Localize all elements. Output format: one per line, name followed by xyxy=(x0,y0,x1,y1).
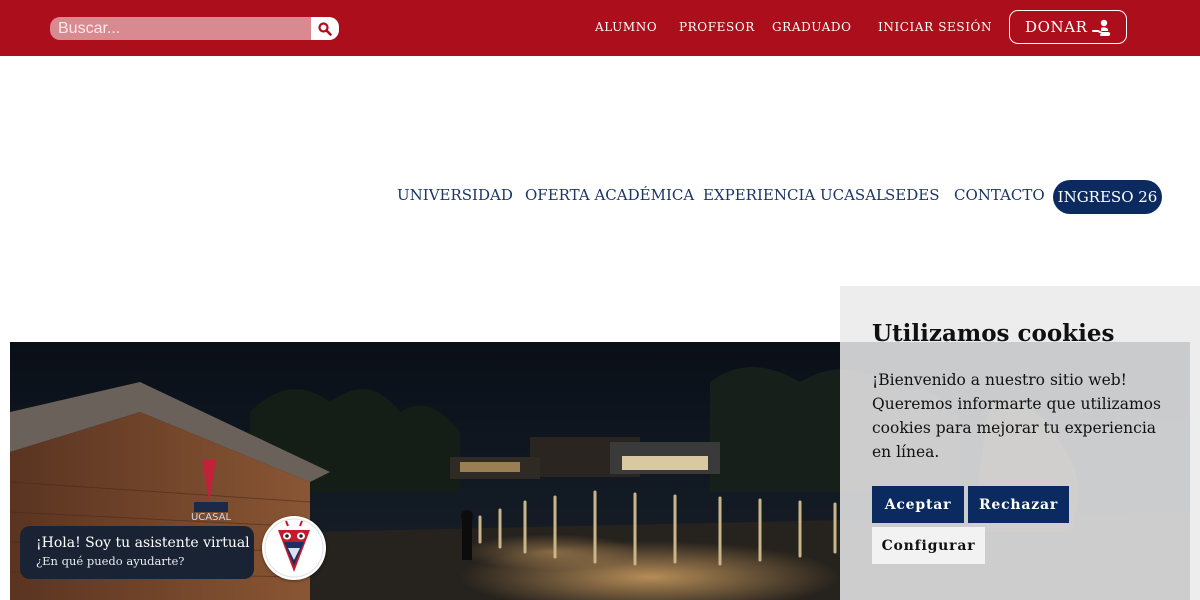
cookie-title: Utilizamos cookies xyxy=(872,320,1115,347)
nav-item-universidad[interactable]: UNIVERSIDAD xyxy=(397,186,513,204)
donate-label: DONAR xyxy=(1025,18,1088,36)
search-box xyxy=(50,17,339,40)
chat-bubble[interactable]: ¡Hola! Soy tu asistente virtual ¿En qué … xyxy=(20,526,254,579)
configure-cookies-button[interactable]: Configurar xyxy=(872,527,985,564)
search-button[interactable] xyxy=(311,17,339,40)
cookie-text: ¡Bienvenido a nuestro sitio web! Queremo… xyxy=(872,371,1161,461)
nav-item-oferta-academica[interactable]: OFERTA ACADÉMICA xyxy=(525,186,694,204)
building-sign-text: UCASAL xyxy=(191,512,232,523)
cookie-banner: Utilizamos cookies ¡Bienvenido a nuestro… xyxy=(840,286,1200,600)
nav-item-sedes[interactable]: SEDES xyxy=(885,186,939,204)
search-input[interactable] xyxy=(50,17,311,40)
main-nav: UNIVERSIDAD OFERTA ACADÉMICA EXPERIENCIA… xyxy=(0,186,1200,208)
donate-button[interactable]: DONAR xyxy=(1009,10,1127,44)
robot-assistant-icon xyxy=(264,518,324,578)
top-link-alumno[interactable]: ALUMNO xyxy=(595,20,657,34)
nav-item-contacto[interactable]: CONTACTO xyxy=(954,186,1045,204)
top-link-login[interactable]: INICIAR SESIÓN xyxy=(878,20,992,34)
chat-prompt: ¿En qué puedo ayudarte? xyxy=(36,554,185,568)
top-link-profesor[interactable]: PROFESOR xyxy=(679,20,755,34)
ingreso-button[interactable]: INGRESO 26 xyxy=(1053,180,1162,214)
reject-cookies-button[interactable]: Rechazar xyxy=(968,486,1069,523)
top-link-graduado[interactable]: GRADUADO xyxy=(772,20,852,34)
chat-assistant-button[interactable] xyxy=(262,516,326,580)
nav-item-experiencia-ucasal[interactable]: EXPERIENCIA UCASAL xyxy=(703,186,886,204)
donate-hand-icon xyxy=(1092,19,1111,36)
accept-cookies-button[interactable]: Aceptar xyxy=(872,486,964,523)
top-bar: ALUMNO PROFESOR GRADUADO INICIAR SESIÓN … xyxy=(0,0,1200,56)
chat-greeting: ¡Hola! Soy tu asistente virtual xyxy=(36,535,250,551)
search-icon xyxy=(318,21,332,36)
